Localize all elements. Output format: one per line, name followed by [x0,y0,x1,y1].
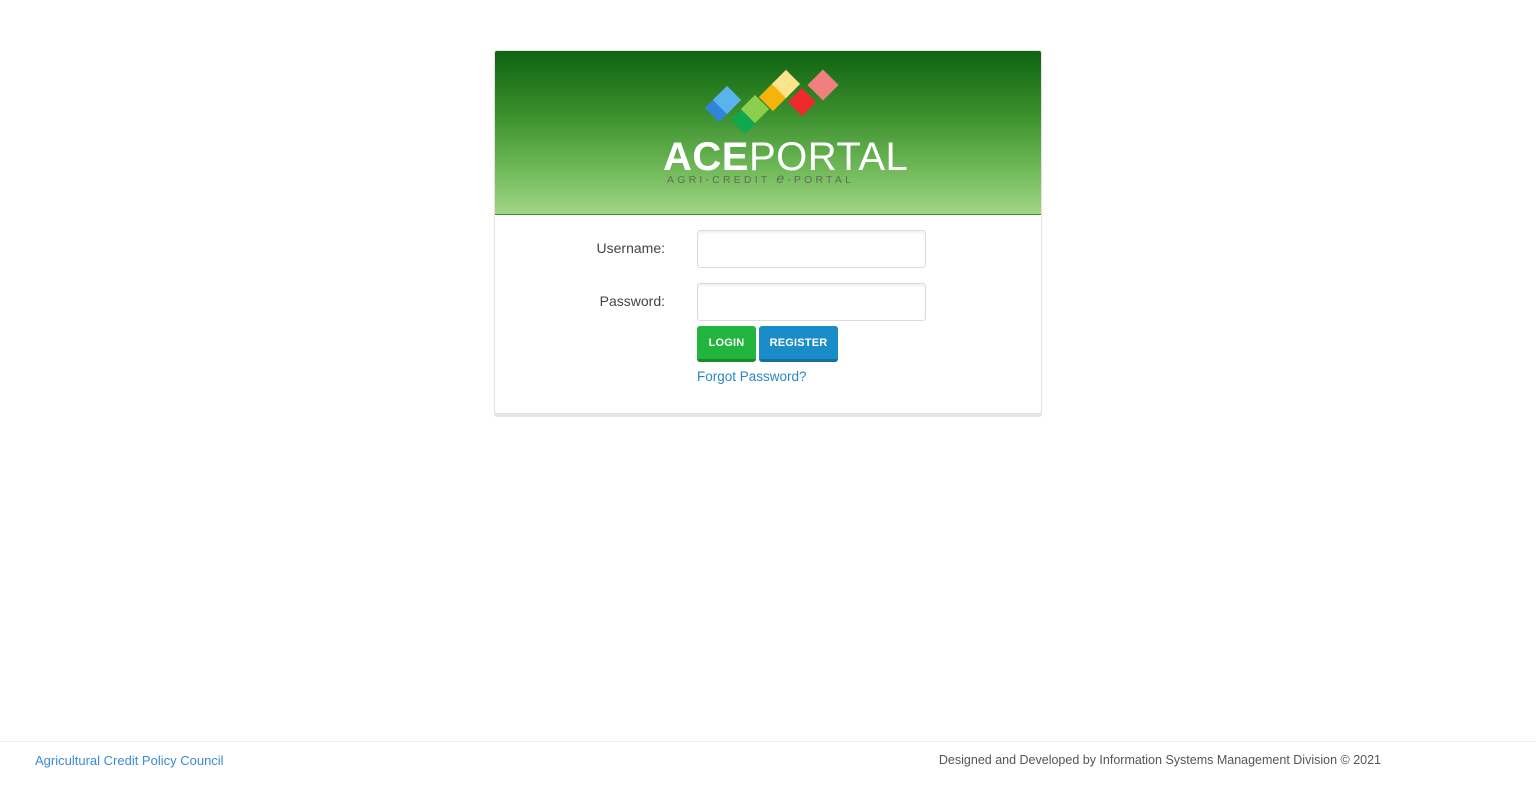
logo-tagline-e: e [776,170,788,186]
forgot-password-link[interactable]: Forgot Password? [697,369,807,384]
logo-tagline-start: AGRI-CREDIT [667,174,777,186]
login-card: ACEPORTAL AGRI-CREDIT e-PORTAL Username:… [494,50,1042,414]
password-input[interactable] [697,283,926,321]
page-footer: Agricultural Credit Policy Council Desig… [0,741,1536,792]
username-input[interactable] [697,230,926,268]
logo-tagline-end: -PORTAL [787,174,855,186]
password-label: Password: [599,293,665,309]
username-label: Username: [596,240,665,256]
login-button[interactable]: LOGIN [697,326,756,362]
register-button[interactable]: REGISTER [759,326,838,362]
ace-portal-logo-icon [704,69,839,135]
footer-credit: Designed and Developed by Information Sy… [938,753,1381,767]
footer-organization-link[interactable]: Agricultural Credit Policy Council [35,753,224,768]
logo-tagline: AGRI-CREDIT e-PORTAL [667,170,877,186]
portal-banner: ACEPORTAL AGRI-CREDIT e-PORTAL [495,51,1041,215]
